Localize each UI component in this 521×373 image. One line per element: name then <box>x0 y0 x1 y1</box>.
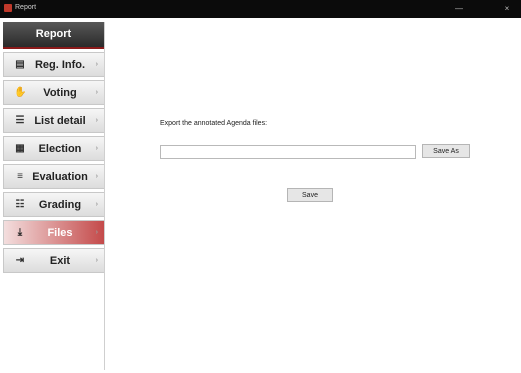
list-icon: ☰ <box>15 115 25 126</box>
maximize-button[interactable] <box>475 2 491 16</box>
sidebar-item-label: Grading <box>38 198 82 211</box>
sidebar-item-grading[interactable]: ☷ Grading › <box>3 192 104 217</box>
window-title: Report <box>15 4 37 11</box>
sidebar-item-voting[interactable]: ✋ Voting › <box>3 80 104 105</box>
chevron-right-icon: › <box>95 257 98 264</box>
chevron-right-icon: › <box>95 173 98 180</box>
sidebar-item-label: List detail <box>34 114 86 127</box>
chevron-right-icon: › <box>95 229 98 236</box>
sidebar-item-reg-info[interactable]: ▤ Reg. Info. › <box>3 52 104 77</box>
sidebar-item-exit[interactable]: ⇥ Exit › <box>3 248 104 273</box>
chevron-right-icon: › <box>95 61 98 68</box>
sidebar-item-election[interactable]: ▦ Election › <box>3 136 104 161</box>
sidebar-item-label: Voting <box>43 86 77 99</box>
export-path-input[interactable] <box>160 145 416 159</box>
sidebar-item-label: Files <box>47 226 73 239</box>
sidebar-header: Report <box>3 22 104 49</box>
close-button[interactable]: × <box>499 2 515 16</box>
save-as-button[interactable]: Save As <box>422 144 470 158</box>
sidebar-item-list-detail[interactable]: ☰ List detail › <box>3 108 104 133</box>
export-label: Export the annotated Agenda files: <box>160 120 268 127</box>
sidebar: Report ▤ Reg. Info. › ✋ Voting › ☰ List … <box>3 22 105 370</box>
id-card-icon: ▤ <box>15 59 25 70</box>
exit-icon: ⇥ <box>15 255 25 266</box>
evaluation-icon: ≡ <box>17 171 23 182</box>
chart-icon: ▦ <box>15 143 25 154</box>
chevron-right-icon: › <box>95 145 98 152</box>
grading-icon: ☷ <box>15 199 25 210</box>
sidebar-item-files[interactable]: ⤓ Files › <box>3 220 104 245</box>
chevron-right-icon: › <box>95 89 98 96</box>
main-content: Export the annotated Agenda files: Save … <box>105 18 521 373</box>
hand-icon: ✋ <box>14 87 27 98</box>
chevron-right-icon: › <box>95 117 98 124</box>
title-bar: Report — × <box>0 0 521 18</box>
sidebar-item-label: Reg. Info. <box>34 58 86 71</box>
minimize-button[interactable]: — <box>451 2 467 16</box>
sidebar-item-label: Election <box>38 142 82 155</box>
sidebar-item-label: Exit <box>49 254 71 267</box>
app-icon <box>4 4 12 12</box>
download-icon: ⤓ <box>17 227 23 238</box>
sidebar-item-label: Evaluation <box>32 170 88 183</box>
sidebar-item-evaluation[interactable]: ≡ Evaluation › <box>3 164 104 189</box>
save-button[interactable]: Save <box>287 188 333 202</box>
chevron-right-icon: › <box>95 201 98 208</box>
